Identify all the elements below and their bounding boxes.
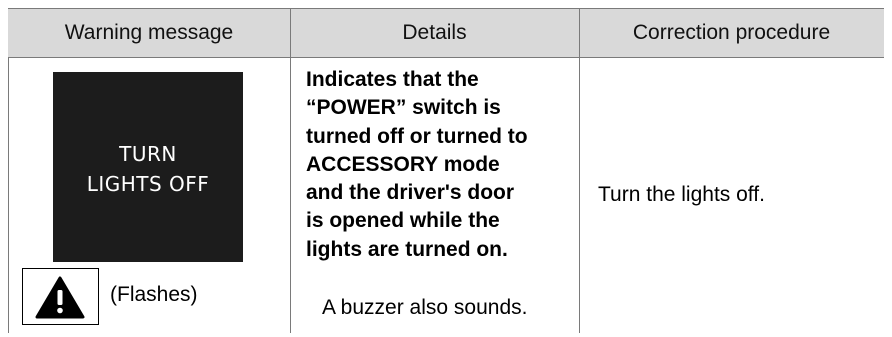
- indicator-note: (Flashes): [110, 283, 198, 306]
- warning-display: TURN LIGHTS OFF: [53, 72, 243, 262]
- warning-display-line-2: LIGHTS OFF: [86, 172, 210, 196]
- correction-procedure: Turn the lights off.: [598, 183, 765, 206]
- warning-table: Warning message Details Correction proce…: [8, 8, 884, 333]
- table-header: Warning message Details Correction proce…: [8, 8, 884, 58]
- left-border: [8, 58, 9, 333]
- details-description: Indicates that the “POWER” switch is tur…: [306, 68, 528, 261]
- column-divider-2: [579, 8, 580, 333]
- warning-triangle-icon: [35, 276, 85, 319]
- header-warning-message: Warning message: [64, 21, 234, 44]
- column-divider-1-lower: [290, 58, 291, 333]
- warning-display-line-1: TURN: [119, 142, 177, 166]
- header-correction-procedure: Correction procedure: [632, 21, 831, 44]
- column-divider-1: [290, 8, 291, 58]
- warning-indicator-box: [22, 268, 99, 325]
- header-details: Details: [402, 21, 467, 44]
- details-note: A buzzer also sounds.: [322, 296, 528, 319]
